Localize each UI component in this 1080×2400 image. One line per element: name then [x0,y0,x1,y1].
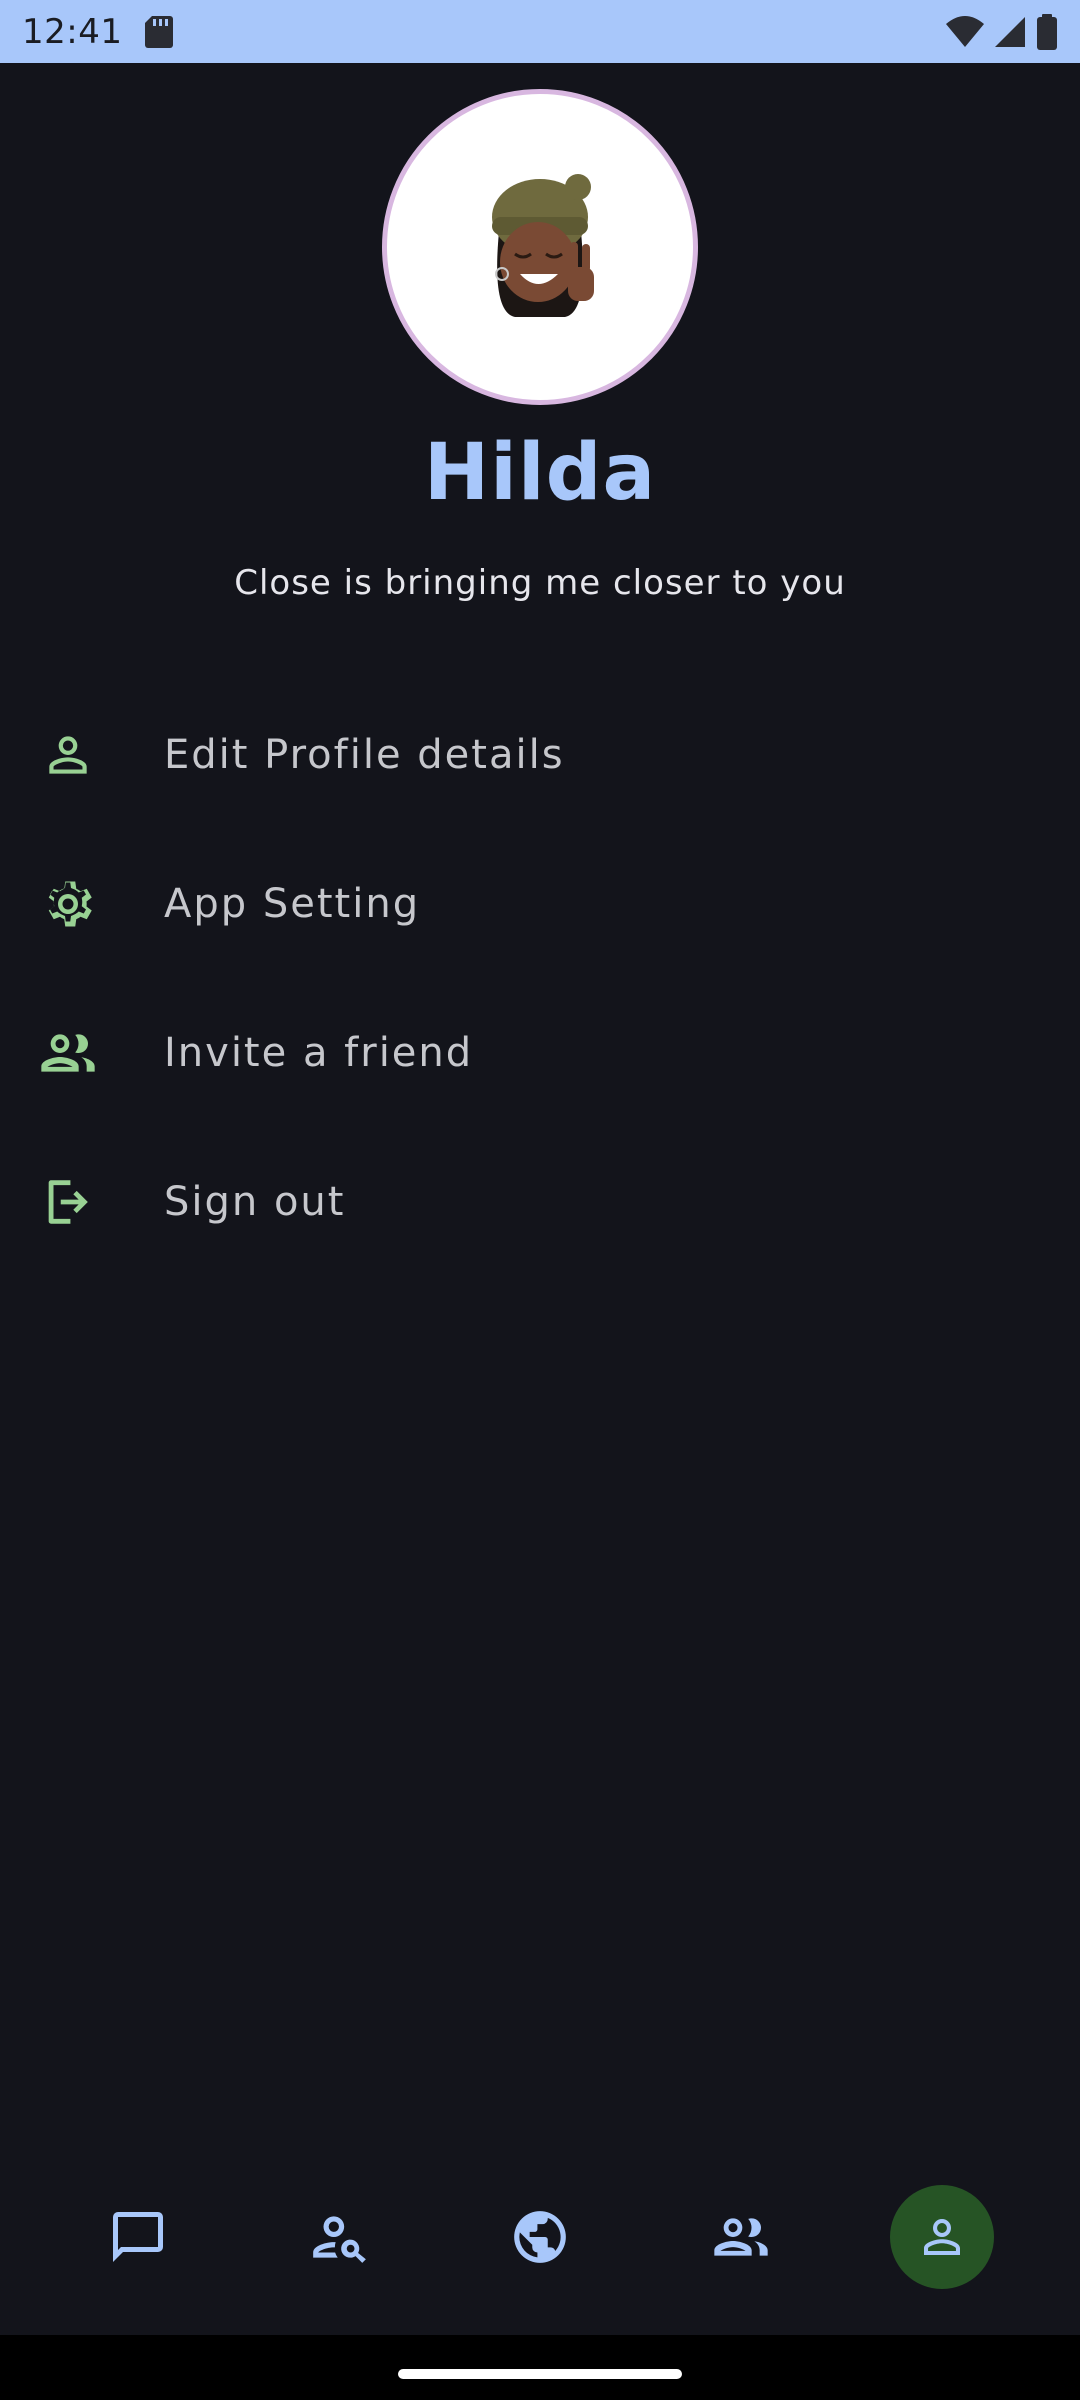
nav-chats[interactable] [86,2185,190,2289]
battery-icon [1036,13,1058,50]
nav-find-people[interactable] [287,2185,391,2289]
person-search-icon [313,2216,366,2263]
profile-name: Hilda [423,428,657,518]
profile-status: Close is bringing me closer to you [234,563,846,603]
profile-menu: Edit Profile details App Setting Invite … [0,680,1080,1276]
menu-item-invite-friend[interactable]: Invite a friend [0,978,1080,1127]
menu-item-app-setting[interactable]: App Setting [0,829,1080,978]
status-bar: 12:41 [0,0,1080,63]
globe-icon [514,2211,566,2263]
menu-item-label: App Setting [164,880,421,927]
status-time: 12:41 [22,11,123,52]
logout-icon [0,1173,164,1231]
menu-item-edit-profile[interactable]: Edit Profile details [0,680,1080,829]
group-icon [714,2218,768,2256]
menu-item-label: Edit Profile details [164,731,565,778]
bottom-navigation [0,2180,1080,2295]
wifi-icon [946,15,984,48]
avatar[interactable] [382,89,698,405]
menu-item-sign-out[interactable]: Sign out [0,1127,1080,1276]
menu-item-label: Sign out [164,1178,346,1225]
nav-friends[interactable] [689,2185,793,2289]
gear-icon [0,874,164,934]
cell-signal-icon [994,16,1026,48]
home-gesture-handle[interactable] [398,2369,682,2379]
nav-profile[interactable] [890,2185,994,2289]
person-icon [924,2219,960,2255]
menu-item-label: Invite a friend [164,1029,474,1076]
group-icon [0,1021,164,1085]
memoji-avatar-icon [492,174,594,317]
sd-card-icon [144,15,174,49]
person-icon [0,727,164,783]
nav-explore[interactable] [488,2185,592,2289]
chat-icon [113,2212,163,2262]
gesture-navigation-area [0,2335,1080,2400]
